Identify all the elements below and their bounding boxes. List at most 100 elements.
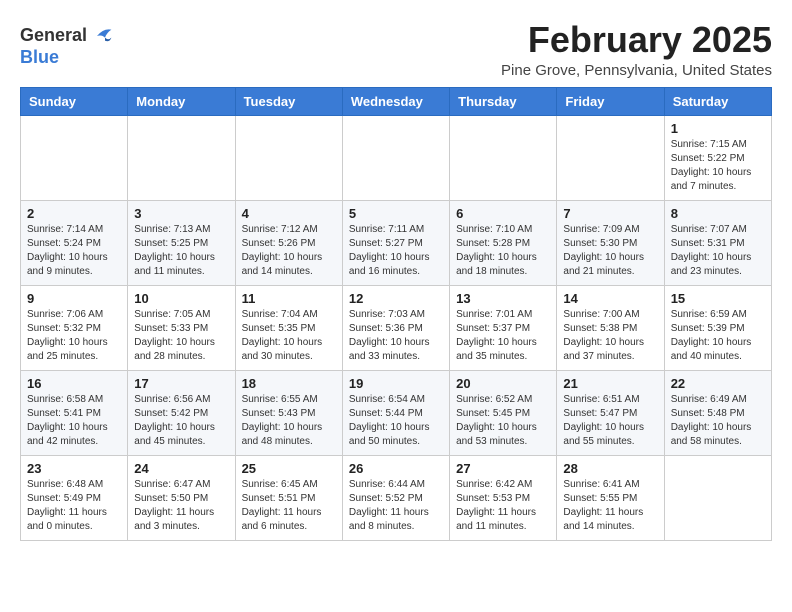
calendar-weekday-header: Thursday: [450, 87, 557, 115]
day-info: Sunrise: 7:13 AM Sunset: 5:25 PM Dayligh…: [134, 223, 228, 279]
day-info: Sunrise: 7:09 AM Sunset: 5:30 PM Dayligh…: [563, 223, 657, 279]
day-info: Sunrise: 6:47 AM Sunset: 5:50 PM Dayligh…: [134, 478, 228, 534]
day-number: 25: [242, 461, 336, 476]
day-number: 22: [671, 376, 765, 391]
calendar-cell: 11Sunrise: 7:04 AM Sunset: 5:35 PM Dayli…: [235, 285, 342, 370]
day-info: Sunrise: 6:58 AM Sunset: 5:41 PM Dayligh…: [27, 393, 121, 449]
calendar-cell: 23 Sunrise: 6:48 AM Sunset: 5:49 PM Dayli…: [21, 455, 128, 540]
day-number: 17: [134, 376, 228, 391]
calendar-cell: 7 Sunrise: 7:09 AM Sunset: 5:30 PM Daylig…: [557, 200, 664, 285]
calendar-header-row: SundayMondayTuesdayWednesdayThursdayFrid…: [21, 87, 772, 115]
day-number: 5: [349, 206, 443, 221]
day-number: 26: [349, 461, 443, 476]
day-info: Sunrise: 6:48 AM Sunset: 5:49 PM Dayligh…: [27, 478, 121, 534]
logo-bird-icon: [89, 24, 113, 48]
calendar-table: SundayMondayTuesdayWednesdayThursdayFrid…: [20, 87, 772, 541]
calendar-cell: 5 Sunrise: 7:11 AM Sunset: 5:27 PM Daylig…: [342, 200, 449, 285]
calendar-cell: 2 Sunrise: 7:14 AM Sunset: 5:24 PM Daylig…: [21, 200, 128, 285]
calendar-weekday-header: Friday: [557, 87, 664, 115]
day-number: 18: [242, 376, 336, 391]
day-info: Sunrise: 7:07 AM Sunset: 5:31 PM Dayligh…: [671, 223, 765, 279]
day-number: 3: [134, 206, 228, 221]
day-info: Sunrise: 6:42 AM Sunset: 5:53 PM Dayligh…: [456, 478, 550, 534]
day-number: 9: [27, 291, 121, 306]
month-title: February 2025: [501, 20, 772, 60]
day-number: 19: [349, 376, 443, 391]
day-info: Sunrise: 6:54 AM Sunset: 5:44 PM Dayligh…: [349, 393, 443, 449]
calendar-weekday-header: Wednesday: [342, 87, 449, 115]
day-number: 4: [242, 206, 336, 221]
day-number: 16: [27, 376, 121, 391]
calendar-cell: 18 Sunrise: 6:55 AM Sunset: 5:43 PM Dayli…: [235, 370, 342, 455]
calendar-cell: 19 Sunrise: 6:54 AM Sunset: 5:44 PM Dayli…: [342, 370, 449, 455]
calendar-weekday-header: Sunday: [21, 87, 128, 115]
calendar-cell: [450, 115, 557, 200]
day-info: Sunrise: 6:45 AM Sunset: 5:51 PM Dayligh…: [242, 478, 336, 534]
page: General Blue February 2025 Pine Grove, P…: [0, 0, 792, 551]
calendar-cell: 9 Sunrise: 7:06 AM Sunset: 5:32 PM Daylig…: [21, 285, 128, 370]
header: General Blue February 2025 Pine Grove, P…: [20, 20, 772, 79]
calendar-cell: 13Sunrise: 7:01 AM Sunset: 5:37 PM Dayli…: [450, 285, 557, 370]
calendar-week-row: 9 Sunrise: 7:06 AM Sunset: 5:32 PM Daylig…: [21, 285, 772, 370]
calendar-cell: 15 Sunrise: 6:59 AM Sunset: 5:39 PM Dayli…: [664, 285, 771, 370]
calendar-week-row: 2 Sunrise: 7:14 AM Sunset: 5:24 PM Daylig…: [21, 200, 772, 285]
calendar-cell: 17 Sunrise: 6:56 AM Sunset: 5:42 PM Dayli…: [128, 370, 235, 455]
day-info: Sunrise: 6:49 AM Sunset: 5:48 PM Dayligh…: [671, 393, 765, 449]
day-number: 28: [563, 461, 657, 476]
calendar-weekday-header: Saturday: [664, 87, 771, 115]
calendar-cell: [21, 115, 128, 200]
day-number: 6: [456, 206, 550, 221]
day-info: Sunrise: 6:51 AM Sunset: 5:47 PM Dayligh…: [563, 393, 657, 449]
logo-blue-text: Blue: [20, 47, 59, 67]
calendar-week-row: 1Sunrise: 7:15 AM Sunset: 5:22 PM Daylig…: [21, 115, 772, 200]
day-number: 12: [349, 291, 443, 306]
calendar-week-row: 23 Sunrise: 6:48 AM Sunset: 5:49 PM Dayli…: [21, 455, 772, 540]
calendar-cell: 20 Sunrise: 6:52 AM Sunset: 5:45 PM Dayli…: [450, 370, 557, 455]
day-number: 13: [456, 291, 550, 306]
day-info: Sunrise: 6:55 AM Sunset: 5:43 PM Dayligh…: [242, 393, 336, 449]
calendar-cell: [342, 115, 449, 200]
day-info: Sunrise: 6:52 AM Sunset: 5:45 PM Dayligh…: [456, 393, 550, 449]
day-number: 14: [563, 291, 657, 306]
calendar-week-row: 16 Sunrise: 6:58 AM Sunset: 5:41 PM Dayli…: [21, 370, 772, 455]
day-number: 23: [27, 461, 121, 476]
calendar-cell: 16 Sunrise: 6:58 AM Sunset: 5:41 PM Dayli…: [21, 370, 128, 455]
day-info: Sunrise: 7:14 AM Sunset: 5:24 PM Dayligh…: [27, 223, 121, 279]
calendar-cell: 8Sunrise: 7:07 AM Sunset: 5:31 PM Daylig…: [664, 200, 771, 285]
day-info: Sunrise: 7:11 AM Sunset: 5:27 PM Dayligh…: [349, 223, 443, 279]
location-title: Pine Grove, Pennsylvania, United States: [501, 62, 772, 79]
calendar-cell: [557, 115, 664, 200]
day-info: Sunrise: 7:12 AM Sunset: 5:26 PM Dayligh…: [242, 223, 336, 279]
day-number: 10: [134, 291, 228, 306]
day-info: Sunrise: 6:41 AM Sunset: 5:55 PM Dayligh…: [563, 478, 657, 534]
day-number: 2: [27, 206, 121, 221]
day-number: 15: [671, 291, 765, 306]
calendar-cell: [235, 115, 342, 200]
day-number: 20: [456, 376, 550, 391]
logo: General Blue: [20, 24, 113, 68]
calendar-cell: 24Sunrise: 6:47 AM Sunset: 5:50 PM Dayli…: [128, 455, 235, 540]
day-info: Sunrise: 6:44 AM Sunset: 5:52 PM Dayligh…: [349, 478, 443, 534]
calendar-cell: [128, 115, 235, 200]
calendar-cell: 28 Sunrise: 6:41 AM Sunset: 5:55 PM Dayli…: [557, 455, 664, 540]
calendar-cell: 4 Sunrise: 7:12 AM Sunset: 5:26 PM Daylig…: [235, 200, 342, 285]
day-number: 7: [563, 206, 657, 221]
calendar-cell: 21Sunrise: 6:51 AM Sunset: 5:47 PM Dayli…: [557, 370, 664, 455]
day-info: Sunrise: 6:56 AM Sunset: 5:42 PM Dayligh…: [134, 393, 228, 449]
calendar-cell: 22 Sunrise: 6:49 AM Sunset: 5:48 PM Dayli…: [664, 370, 771, 455]
calendar-cell: 10 Sunrise: 7:05 AM Sunset: 5:33 PM Dayli…: [128, 285, 235, 370]
calendar-cell: 25 Sunrise: 6:45 AM Sunset: 5:51 PM Dayli…: [235, 455, 342, 540]
day-info: Sunrise: 7:00 AM Sunset: 5:38 PM Dayligh…: [563, 308, 657, 364]
calendar-cell: 1Sunrise: 7:15 AM Sunset: 5:22 PM Daylig…: [664, 115, 771, 200]
logo-general-text: General: [20, 26, 87, 46]
day-info: Sunrise: 7:10 AM Sunset: 5:28 PM Dayligh…: [456, 223, 550, 279]
day-info: Sunrise: 7:06 AM Sunset: 5:32 PM Dayligh…: [27, 308, 121, 364]
day-number: 27: [456, 461, 550, 476]
calendar-cell: 3 Sunrise: 7:13 AM Sunset: 5:25 PM Daylig…: [128, 200, 235, 285]
day-info: Sunrise: 7:15 AM Sunset: 5:22 PM Dayligh…: [671, 138, 765, 194]
day-info: Sunrise: 7:05 AM Sunset: 5:33 PM Dayligh…: [134, 308, 228, 364]
calendar-cell: 12 Sunrise: 7:03 AM Sunset: 5:36 PM Dayli…: [342, 285, 449, 370]
day-info: Sunrise: 7:03 AM Sunset: 5:36 PM Dayligh…: [349, 308, 443, 364]
calendar-cell: 6 Sunrise: 7:10 AM Sunset: 5:28 PM Daylig…: [450, 200, 557, 285]
day-info: Sunrise: 6:59 AM Sunset: 5:39 PM Dayligh…: [671, 308, 765, 364]
